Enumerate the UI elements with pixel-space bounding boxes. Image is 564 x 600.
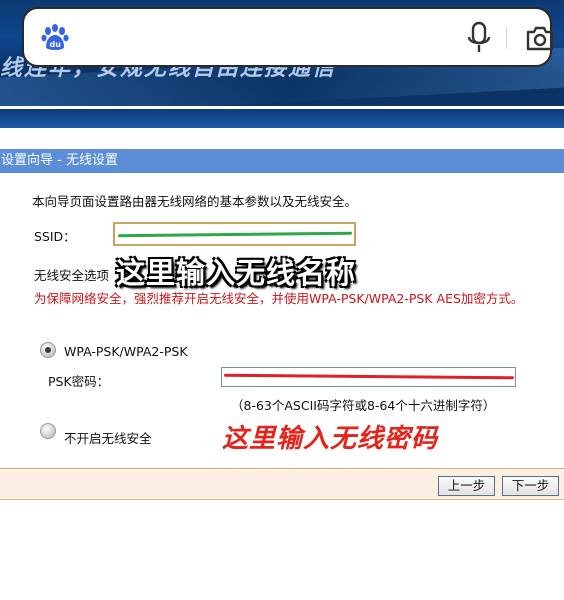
camera-icon[interactable] xyxy=(524,23,556,53)
browser-search-bar[interactable]: du xyxy=(22,7,554,67)
search-divider xyxy=(506,27,507,49)
wpa-radio[interactable] xyxy=(40,342,56,358)
annotation-enter-password: 这里输入无线密码 xyxy=(222,424,439,454)
annotation-enter-ssid: 这里输入无线名称 xyxy=(116,256,357,290)
banner-strip xyxy=(0,109,564,128)
wizard-title: 设置向导 - 无线设置 xyxy=(0,149,564,173)
prev-button[interactable]: 上一步 xyxy=(438,476,495,496)
security-options-label: 无线安全选项 xyxy=(34,268,110,283)
security-warning: 为保障网络安全，强烈推荐开启无线安全，并使用WPA-PSK/WPA2-PSK A… xyxy=(34,291,524,306)
no-security-label: 不开启无线安全 xyxy=(64,431,152,446)
ssid-label: SSID： xyxy=(34,229,76,244)
baidu-paw-icon[interactable]: du xyxy=(40,23,70,53)
psk-label: PSK密码： xyxy=(48,374,110,389)
microphone-icon[interactable] xyxy=(463,21,495,55)
no-security-radio[interactable] xyxy=(40,423,56,439)
wizard-intro: 本向导页面设置路由器无线网络的基本参数以及无线安全。 xyxy=(32,194,358,209)
svg-text:du: du xyxy=(50,40,62,49)
next-button[interactable]: 下一步 xyxy=(502,476,559,496)
psk-hint: （8-63个ASCII码字符或8-64个十六进制字符） xyxy=(231,398,496,413)
wpa-label: WPA-PSK/WPA2-PSK xyxy=(64,344,188,359)
